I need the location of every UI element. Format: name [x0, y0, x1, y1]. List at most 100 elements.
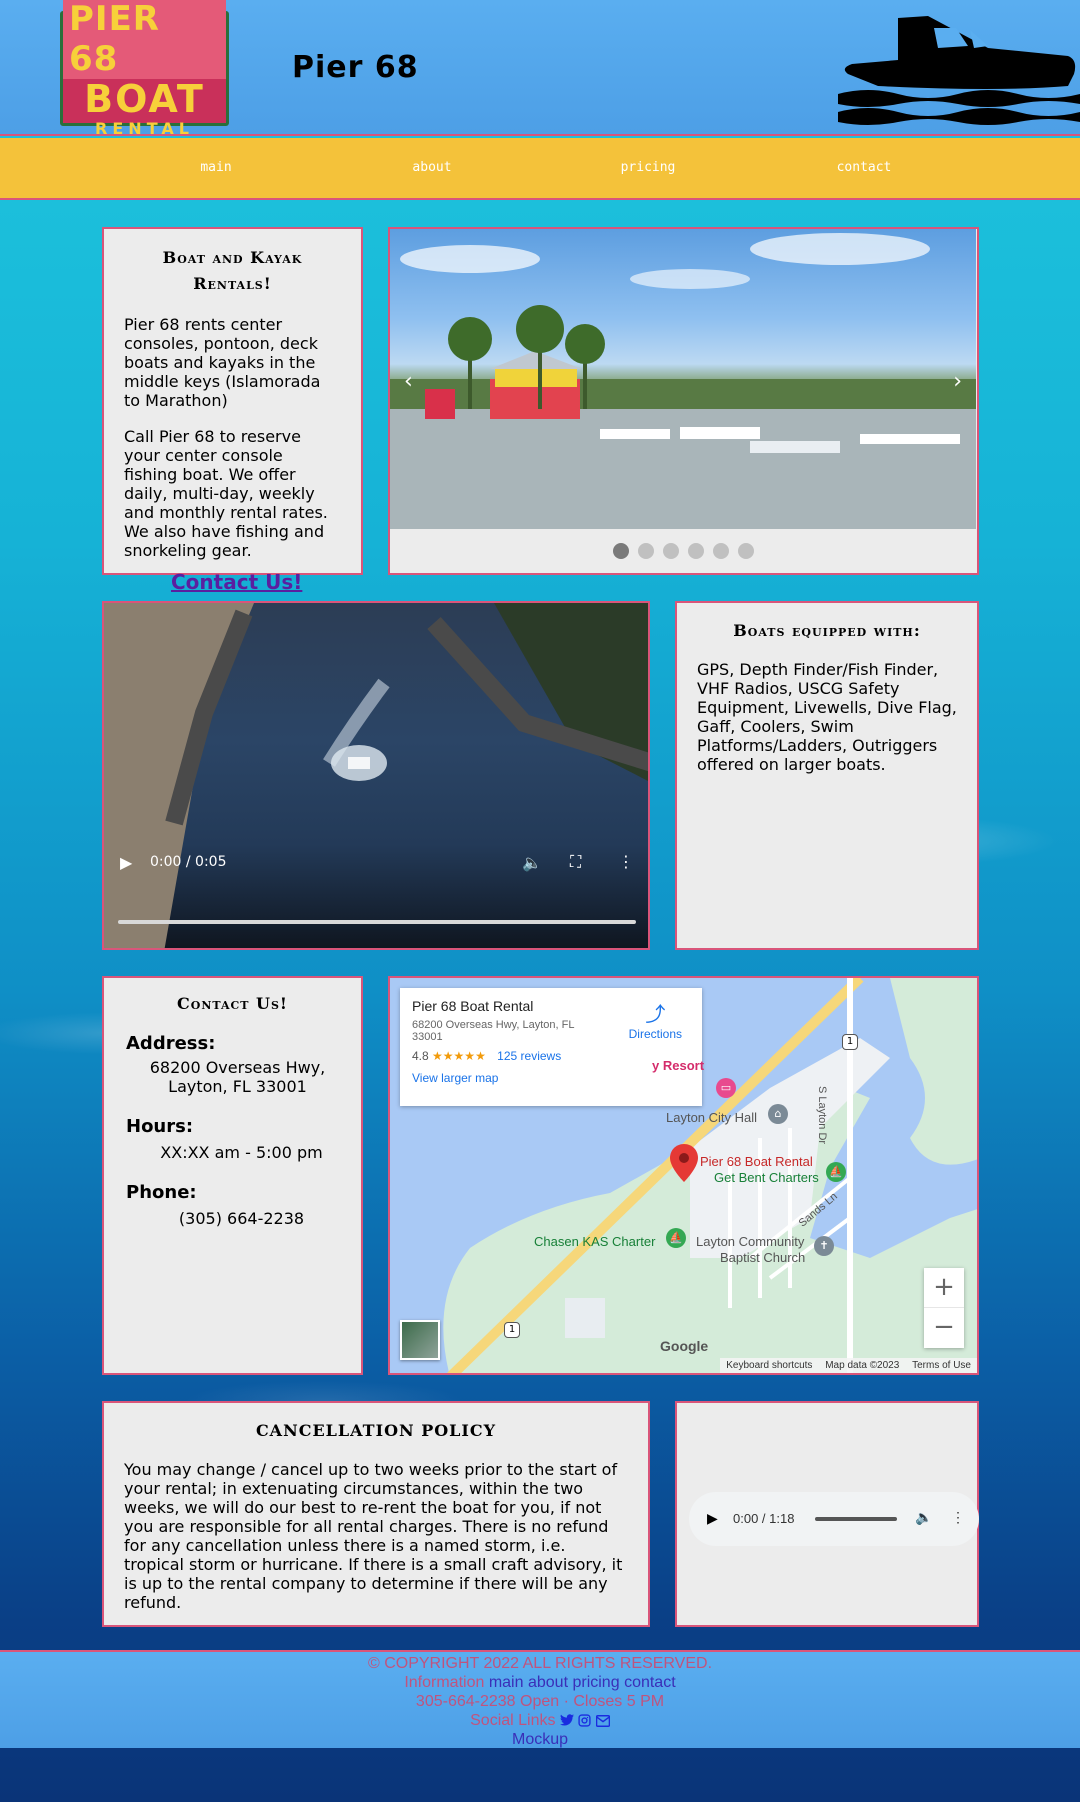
- footer-link-main[interactable]: main: [489, 1674, 524, 1691]
- hotel-icon[interactable]: ▭: [716, 1078, 736, 1098]
- carousel-dot[interactable]: [737, 543, 754, 559]
- place-rating: 4.8: [412, 1049, 429, 1063]
- map-label-chasen: Chasen KAS Charter: [534, 1234, 656, 1249]
- copyright: © COPYRIGHT 2022 ALL RIGHTS RESERVED.: [367, 1655, 713, 1672]
- footer-link-contact[interactable]: contact: [624, 1674, 676, 1691]
- video-time: 0:00 / 0:05: [150, 854, 227, 870]
- site-header: PIER 68 BOAT RENTAL Pier 68: [0, 0, 1080, 138]
- carousel-prev-button[interactable]: ‹: [404, 369, 413, 394]
- phone-label: Phone:: [126, 1182, 197, 1203]
- address-line2: Layton, FL 33001: [168, 1077, 307, 1096]
- equipment-text: GPS, Depth Finder/Fish Finder, VHF Radio…: [697, 660, 957, 774]
- site-title: Pier 68: [292, 50, 419, 85]
- map-label-church2: Baptist Church: [720, 1250, 806, 1265]
- reviews-link[interactable]: 125 reviews: [497, 1049, 561, 1063]
- audio-panel: ▶ 0:00 / 1:18 🔈 ⋮: [675, 1401, 979, 1627]
- place-address: 68200 Overseas Hwy, Layton, FL 33001: [412, 1019, 575, 1043]
- place-info-card: Pier 68 Boat Rental 68200 Overseas Hwy, …: [400, 988, 702, 1106]
- map-label-get-bent: Get Bent Charters: [714, 1170, 819, 1185]
- fullscreen-icon[interactable]: ⛶: [570, 852, 581, 872]
- audio-time: 0:00 / 1:18: [733, 1511, 795, 1526]
- nav-contact[interactable]: contact: [837, 160, 892, 175]
- map-data-text: Map data ©2023: [825, 1360, 900, 1371]
- carousel-dot[interactable]: [712, 543, 729, 559]
- photo-carousel: ‹ ›: [388, 227, 979, 575]
- contact-heading: Contact Us!: [177, 994, 288, 1013]
- email-icon[interactable]: [595, 1714, 611, 1727]
- logo-line1: PIER 68: [63, 0, 226, 79]
- footer-link-about[interactable]: about: [528, 1674, 568, 1691]
- equipment-heading: Boats equipped with:: [733, 621, 921, 640]
- footer-link-pricing[interactable]: pricing: [572, 1674, 619, 1691]
- terms-of-use-link[interactable]: Terms of Use: [912, 1360, 971, 1371]
- audio-progress-bar[interactable]: [815, 1517, 897, 1521]
- audio-player[interactable]: ▶ 0:00 / 1:18 🔈 ⋮: [689, 1492, 979, 1546]
- map-label-pin: Pier 68 Boat Rental: [700, 1154, 813, 1169]
- nav-pricing[interactable]: pricing: [621, 160, 676, 175]
- zoom-in-button[interactable]: +: [924, 1268, 964, 1308]
- location-pin-icon[interactable]: [670, 1144, 698, 1182]
- zoom-out-button[interactable]: −: [924, 1308, 964, 1348]
- rentals-intro: Pier 68 rents center consoles, pontoon, …: [124, 315, 321, 410]
- carousel-next-button[interactable]: ›: [953, 369, 962, 394]
- video-player[interactable]: ▶ 0:00 / 0:05 🔈 ⛶ ⋮: [102, 601, 650, 950]
- mockup-link[interactable]: Mockup: [0, 1730, 1080, 1749]
- highway-shield-icon: 1: [504, 1322, 520, 1338]
- map-label-church1: Layton Community: [696, 1234, 805, 1249]
- carousel-indicators: [390, 543, 976, 559]
- carousel-dot[interactable]: [662, 543, 679, 559]
- carousel-dot[interactable]: [637, 543, 654, 559]
- directions-label: Directions: [628, 1027, 682, 1041]
- logo-line2: BOAT: [84, 77, 205, 121]
- satellite-toggle-button[interactable]: [400, 1320, 440, 1360]
- directions-button[interactable]: ⤴ Directions: [629, 998, 682, 1041]
- address-label: Address:: [126, 1033, 216, 1054]
- more-options-icon[interactable]: ⋮: [618, 852, 634, 871]
- map-label-city-hall: Layton City Hall: [666, 1110, 758, 1125]
- footer-info-label: Information: [404, 1674, 485, 1691]
- map-label-resort: y Resort: [652, 1058, 705, 1073]
- contact-panel: Contact Us! Address: 68200 Overseas Hwy,…: [102, 976, 363, 1375]
- google-logo: Google: [660, 1338, 709, 1354]
- city-hall-icon[interactable]: ⌂: [768, 1104, 788, 1124]
- site-footer: © COPYRIGHT 2022 ALL RIGHTS RESERVED. In…: [0, 1650, 1080, 1748]
- marina-photo: [390, 233, 976, 529]
- keyboard-shortcuts-link[interactable]: Keyboard shortcuts: [726, 1360, 812, 1371]
- charter-boat-icon[interactable]: ⛵: [826, 1162, 846, 1182]
- map-attribution: Keyboard shortcuts Map data ©2023 Terms …: [720, 1358, 977, 1373]
- directions-icon: ⤴: [645, 1004, 666, 1026]
- rentals-heading: Boat and Kayak Rentals!: [162, 248, 303, 293]
- cancellation-heading: CANCELLATION POLICY: [255, 1421, 497, 1440]
- boat-icon: [838, 16, 1080, 125]
- volume-icon[interactable]: 🔈: [522, 853, 542, 872]
- view-larger-map-link[interactable]: View larger map: [412, 1071, 690, 1085]
- play-icon[interactable]: ▶: [120, 853, 132, 872]
- rentals-details: Call Pier 68 to reserve your center cons…: [124, 427, 328, 560]
- logo[interactable]: PIER 68 BOAT RENTAL: [60, 0, 229, 138]
- video-frame: [104, 603, 648, 948]
- cancellation-text: You may change / cancel up to two weeks …: [124, 1460, 623, 1612]
- video-progress-bar[interactable]: [118, 920, 636, 924]
- carousel-dot[interactable]: [612, 543, 629, 559]
- audio-more-icon[interactable]: ⋮: [951, 1509, 965, 1526]
- map-label-layton-dr: S Layton Dr: [816, 1086, 828, 1145]
- cancellation-panel: CANCELLATION POLICY You may change / can…: [102, 1401, 650, 1627]
- church-icon[interactable]: ✝: [814, 1236, 834, 1256]
- contact-us-link[interactable]: Contact Us!: [171, 570, 302, 594]
- carousel-slide-image: ‹ ›: [390, 229, 976, 529]
- hours-label: Hours:: [126, 1116, 194, 1137]
- nav-about[interactable]: about: [412, 160, 451, 175]
- carousel-dot[interactable]: [687, 543, 704, 559]
- equipment-panel: Boats equipped with: GPS, Depth Finder/F…: [675, 601, 979, 950]
- audio-play-icon[interactable]: ▶: [707, 1510, 718, 1527]
- main-nav: main about pricing contact: [0, 138, 1080, 200]
- google-map[interactable]: Pier 68 Boat Rental 68200 Overseas Hwy, …: [388, 976, 979, 1375]
- charter-boat-icon[interactable]: ⛵: [666, 1228, 686, 1248]
- logo-line3: RENTAL: [95, 119, 194, 138]
- nav-main[interactable]: main: [200, 160, 231, 175]
- hours-value: XX:XX am - 5:00 pm: [160, 1143, 323, 1162]
- instagram-icon[interactable]: [578, 1714, 591, 1727]
- audio-volume-icon[interactable]: 🔈: [915, 1509, 932, 1526]
- rating-stars-icon: ★★★★★: [432, 1049, 486, 1063]
- twitter-icon[interactable]: [559, 1714, 574, 1727]
